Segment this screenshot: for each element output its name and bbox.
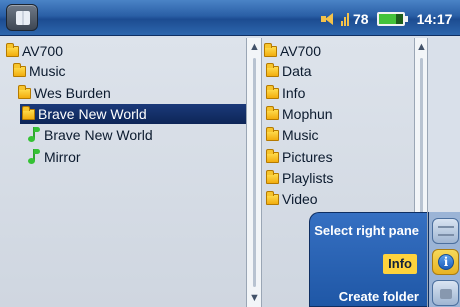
battery-icon (376, 12, 408, 26)
music-note-icon (26, 127, 40, 143)
scroll-track (253, 58, 256, 287)
info-icon: i (438, 254, 454, 270)
item-label: AV700 (280, 43, 321, 59)
volume-level: 78 (353, 11, 369, 27)
lock-button[interactable] (432, 280, 459, 306)
list-item[interactable]: Wes Burden (18, 83, 111, 103)
swap-pane-button[interactable] (432, 218, 459, 244)
item-label: Music (282, 127, 319, 143)
volume-bars-icon (341, 12, 349, 26)
item-label: Data (282, 63, 312, 79)
menu-item-create-folder[interactable]: Create folder (339, 287, 419, 307)
folder-icon (22, 105, 35, 120)
list-item[interactable]: AV700 (6, 41, 63, 61)
item-label: Pictures (282, 149, 333, 165)
folder-icon (266, 148, 279, 163)
list-item[interactable]: Brave New World (26, 125, 153, 145)
folder-icon (264, 42, 277, 57)
folder-icon (6, 42, 19, 57)
folder-icon (18, 84, 31, 99)
list-item[interactable]: Playlists (266, 168, 333, 188)
left-scrollbar[interactable]: ▲ ▼ (246, 38, 262, 307)
list-item[interactable]: Music (13, 61, 66, 81)
clock: 14:17 (416, 11, 453, 27)
home-book-icon (16, 11, 30, 25)
list-item[interactable]: Mophun (266, 104, 333, 124)
scroll-up-arrow-icon[interactable]: ▲ (416, 42, 427, 53)
top-bar: 78 14:17 (0, 0, 460, 36)
folder-icon (266, 190, 279, 205)
item-label: Mophun (282, 106, 333, 122)
list-item[interactable]: Mirror (26, 147, 81, 167)
info-button[interactable]: i (432, 249, 459, 275)
menu-item-select-right-pane[interactable]: Select right pane (314, 221, 419, 241)
folder-icon (266, 105, 279, 120)
side-button-bar: i (428, 212, 460, 307)
folder-icon (13, 62, 26, 77)
folder-icon (266, 126, 279, 141)
item-label: Wes Burden (34, 85, 111, 101)
list-item[interactable]: Info (266, 83, 305, 103)
list-item[interactable]: Video (266, 189, 318, 209)
context-menu: Select right pane Info Create folder (309, 212, 427, 307)
item-label: Video (282, 191, 318, 207)
lock-icon (440, 289, 452, 299)
music-note-icon (26, 149, 40, 165)
swap-pane-icon (438, 226, 454, 236)
item-label: Brave New World (44, 127, 153, 143)
folder-icon (266, 169, 279, 184)
list-item[interactable]: Music (266, 125, 319, 145)
list-item-selected[interactable]: Brave New World (20, 104, 246, 124)
scroll-down-arrow-icon[interactable]: ▼ (249, 293, 260, 304)
item-label: Info (282, 85, 306, 101)
status-area: 78 14:17 (321, 8, 452, 30)
list-item[interactable]: Pictures (266, 147, 333, 167)
list-item[interactable]: Data (266, 61, 312, 81)
folder-icon (266, 62, 279, 77)
item-label: Playlists (282, 170, 334, 186)
list-item[interactable]: AV700 (264, 41, 321, 61)
left-pane: AV700 Music Wes Burden Brave New World B… (0, 38, 246, 307)
item-label: Music (29, 63, 66, 79)
item-label: Mirror (44, 149, 81, 165)
speaker-icon (321, 12, 337, 26)
item-label: AV700 (22, 43, 63, 59)
home-button[interactable] (6, 4, 38, 31)
folder-icon (266, 84, 279, 99)
menu-item-info[interactable]: Info (383, 254, 417, 274)
scroll-up-arrow-icon[interactable]: ▲ (249, 42, 260, 53)
file-browser-screen: 78 14:17 AV700 Music Wes Burden Brave Ne… (0, 0, 460, 307)
item-label: Brave New World (38, 106, 147, 122)
